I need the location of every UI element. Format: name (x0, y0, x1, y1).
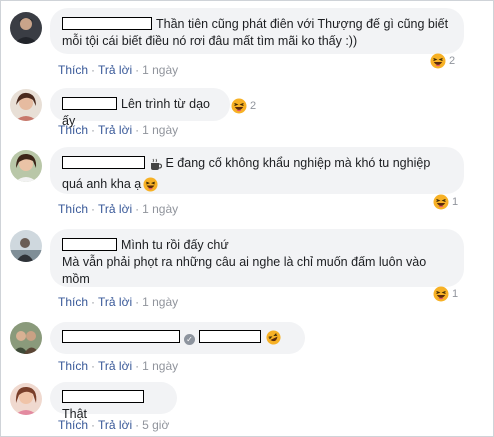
timestamp[interactable]: 1 ngày (142, 359, 178, 373)
timestamp[interactable]: 1 ngày (142, 202, 178, 216)
reaction-count: 1 (452, 196, 459, 208)
reply-link[interactable]: Trả lời (98, 202, 132, 216)
timestamp[interactable]: 1 ngày (142, 63, 178, 77)
comment-actions: Thích · Trả lời · 1 ngày (58, 123, 178, 137)
comment-thread: Thần tiên cũng phát điên với Thượng đế g… (0, 0, 494, 437)
avatar[interactable] (10, 230, 42, 262)
avatar[interactable] (10, 150, 42, 182)
reply-link[interactable]: Trả lời (98, 123, 132, 137)
separator: · (135, 63, 140, 77)
reaction-summary[interactable]: 2 (430, 53, 455, 69)
like-link[interactable]: Thích (58, 202, 88, 216)
separator: · (91, 418, 96, 432)
separator: · (135, 418, 140, 432)
redacted-name[interactable] (62, 330, 180, 343)
laughing-emoji-icon (266, 330, 281, 350)
comment-actions: Thích · Trả lời · 1 ngày (58, 63, 178, 77)
coffee-cup-icon (150, 158, 163, 176)
comment-actions: Thích · Trả lời · 1 ngày (58, 202, 178, 216)
reply-link[interactable]: Trả lời (98, 359, 132, 373)
redacted-name[interactable] (62, 17, 152, 30)
redacted-name[interactable] (62, 390, 144, 403)
avatar[interactable] (10, 383, 42, 415)
like-link[interactable]: Thích (58, 63, 88, 77)
laughing-emoji-icon (143, 177, 158, 197)
timestamp[interactable]: 1 ngày (142, 295, 178, 309)
separator: · (135, 202, 140, 216)
reaction-summary[interactable]: 1 (433, 194, 458, 210)
like-link[interactable]: Thích (58, 359, 88, 373)
reaction-summary[interactable]: 2 (231, 98, 256, 114)
avatar[interactable] (10, 89, 42, 121)
like-link[interactable]: Thích (58, 295, 88, 309)
comment-bubble: Lên trình từ dạo ấy (50, 88, 230, 128)
avatar[interactable] (10, 12, 42, 44)
timestamp[interactable]: 1 ngày (142, 123, 178, 137)
redacted-name[interactable] (62, 97, 117, 110)
comment-bubble: Thần tiên cũng phát điên với Thượng đế g… (50, 8, 464, 54)
reply-link[interactable]: Trả lời (98, 63, 132, 77)
comment-actions: Thích · Trả lời · 1 ngày (58, 295, 178, 309)
redacted-name[interactable] (62, 156, 145, 169)
like-link[interactable]: Thích (58, 418, 88, 432)
redacted-name[interactable] (199, 330, 261, 343)
separator: · (91, 202, 96, 216)
reply-link[interactable]: Trả lời (98, 418, 132, 432)
separator: · (135, 359, 140, 373)
separator: · (91, 63, 96, 77)
reaction-count: 2 (449, 55, 456, 67)
laughing-emoji-icon (430, 53, 446, 69)
separator: · (91, 123, 96, 137)
reaction-count: 1 (452, 288, 459, 300)
comment-bubble: Thật (50, 382, 177, 421)
comment-text: Mình tu rồi đấy chứ Mà vẫn phải phọt ra … (62, 238, 427, 286)
redacted-name[interactable] (62, 238, 117, 251)
comment-actions: Thích · Trả lời · 5 giờ (58, 418, 169, 432)
reaction-count: 2 (250, 100, 257, 112)
laughing-emoji-icon (433, 286, 449, 302)
verified-badge-icon: ✓ (184, 334, 195, 345)
separator: · (135, 295, 140, 309)
reaction-summary[interactable]: 1 (433, 286, 458, 302)
separator: · (135, 123, 140, 137)
comment-bubble: ✓ (50, 322, 305, 354)
like-link[interactable]: Thích (58, 123, 88, 137)
separator: · (91, 359, 96, 373)
comment-bubble: E đang cố không khẩu nghiệp mà khó tu ng… (50, 147, 464, 194)
avatar[interactable] (10, 322, 42, 354)
comment-bubble: Mình tu rồi đấy chứ Mà vẫn phải phọt ra … (50, 229, 464, 287)
laughing-emoji-icon (433, 194, 449, 210)
comment-actions: Thích · Trả lời · 1 ngày (58, 359, 178, 373)
separator: · (91, 295, 96, 309)
reply-link[interactable]: Trả lời (98, 295, 132, 309)
timestamp[interactable]: 5 giờ (142, 418, 169, 432)
laughing-emoji-icon (231, 98, 247, 114)
